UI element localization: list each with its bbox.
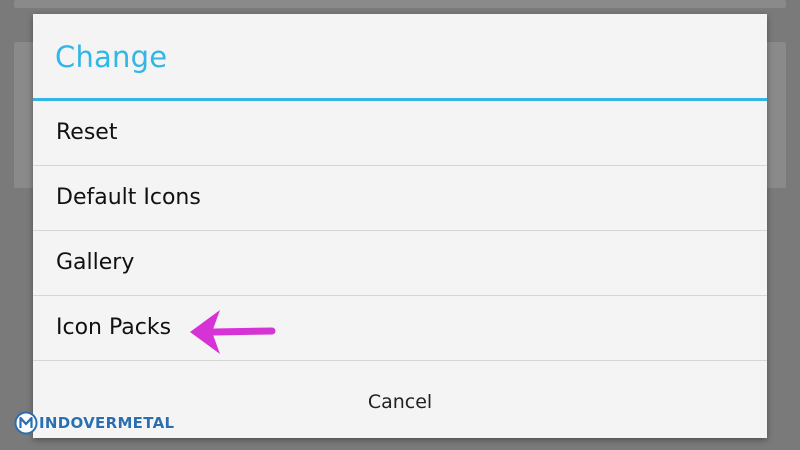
menu-item-icon-packs[interactable]: Icon Packs: [33, 296, 767, 361]
watermark-text: INDOVERMETAL: [39, 414, 175, 432]
menu-item-reset[interactable]: Reset: [33, 101, 767, 166]
change-dialog: Change Reset Default Icons Gallery Icon …: [33, 14, 767, 438]
menu-item-gallery[interactable]: Gallery: [33, 231, 767, 296]
watermark-logo-icon: [14, 411, 38, 435]
arrow-shaft: [210, 327, 276, 336]
watermark: INDOVERMETAL: [14, 409, 174, 437]
arrow-left-icon: [190, 310, 276, 354]
background-card: [14, 0, 786, 8]
dialog-title: Change: [55, 40, 168, 74]
options-list: Reset Default Icons Gallery Icon Packs: [33, 101, 767, 361]
menu-item-default-icons[interactable]: Default Icons: [33, 166, 767, 231]
